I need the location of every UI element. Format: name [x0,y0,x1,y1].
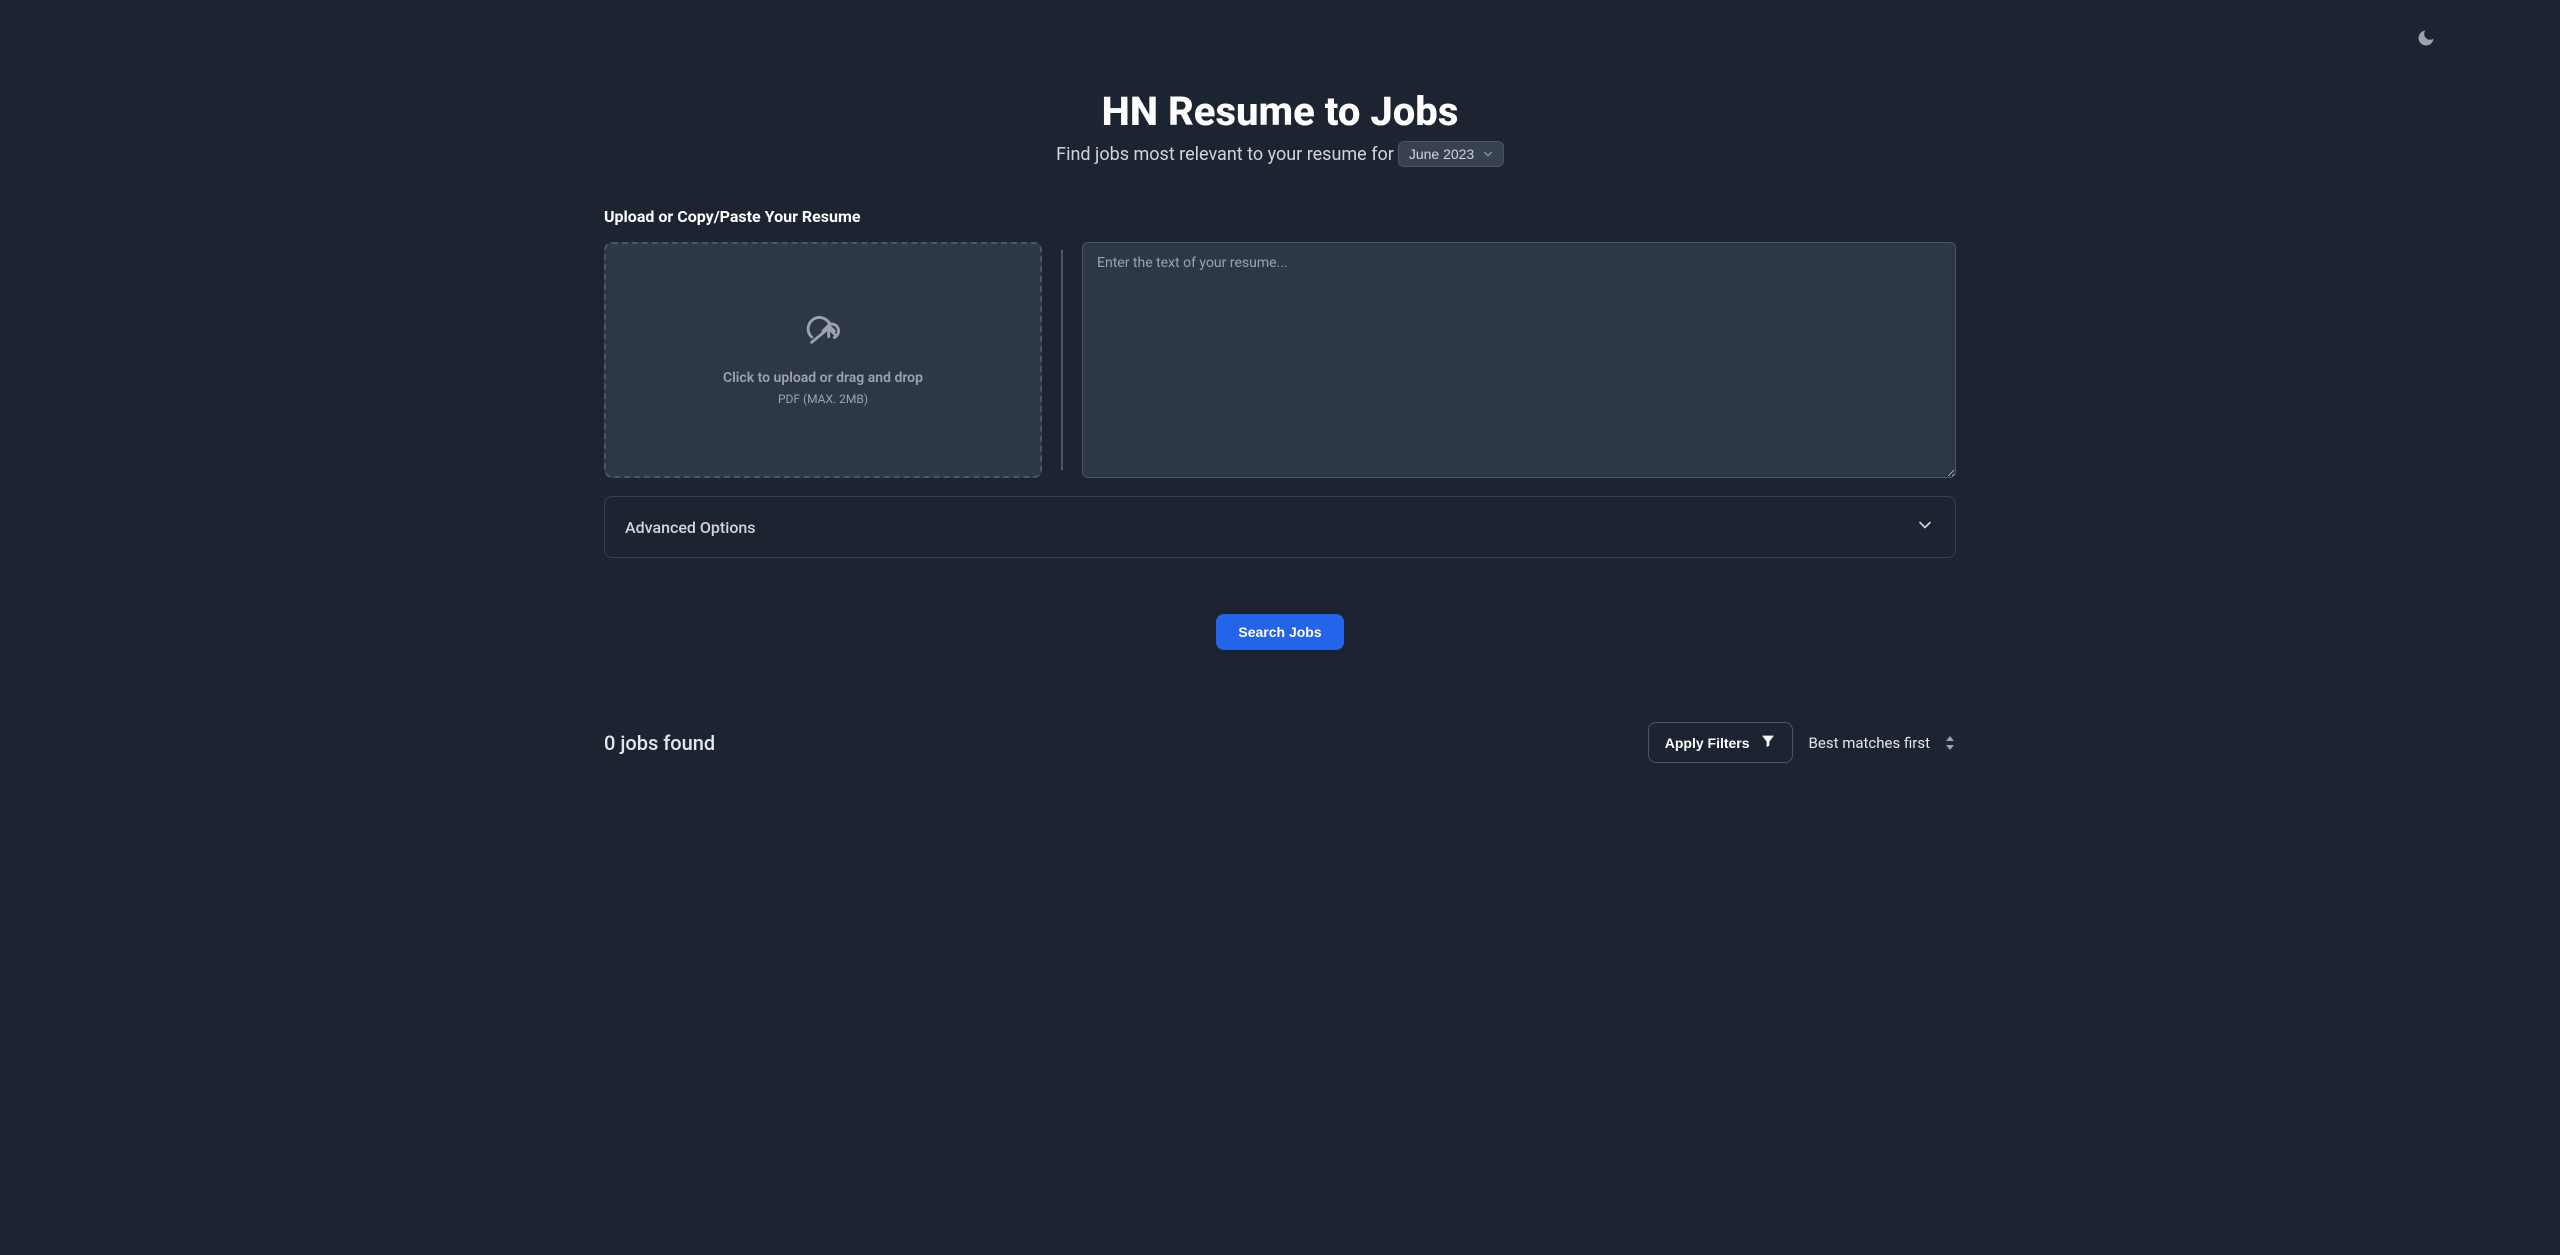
divider-line [1061,250,1063,470]
sort-select[interactable]: Best matches first [1809,734,1956,752]
theme-toggle-button[interactable] [2410,24,2442,56]
chevron-down-icon [1915,515,1935,539]
advanced-options-label: Advanced Options [625,518,756,537]
subtitle-row: Find jobs most relevant to your resume f… [604,141,1956,167]
page-header: HN Resume to Jobs Find jobs most relevan… [604,0,1956,207]
results-bar: 0 jobs found Apply Filters Best matches … [604,722,1956,803]
search-jobs-button[interactable]: Search Jobs [1216,614,1343,650]
subtitle-text: Find jobs most relevant to your resume f… [1056,144,1394,165]
advanced-options-toggle[interactable]: Advanced Options [604,496,1956,558]
apply-filters-button[interactable]: Apply Filters [1648,722,1793,763]
moon-icon [2416,28,2436,52]
sort-label: Best matches first [1809,734,1956,752]
page-title: HN Resume to Jobs [604,88,1956,135]
upload-secondary-text: PDF (MAX. 2MB) [778,392,868,406]
results-controls: Apply Filters Best matches first [1648,722,1956,763]
upload-dropzone[interactable]: Click to upload or drag and drop PDF (MA… [604,242,1042,478]
upload-row: Click to upload or drag and drop PDF (MA… [604,242,1956,478]
search-row: Search Jobs [604,614,1956,650]
vertical-divider [1042,242,1082,478]
upload-primary-text: Click to upload or drag and drop [723,370,923,386]
apply-filters-label: Apply Filters [1665,735,1750,751]
resume-textarea[interactable] [1082,242,1956,478]
filter-icon [1760,733,1776,752]
jobs-found-count: 0 jobs found [604,731,715,755]
upload-section-label: Upload or Copy/Paste Your Resume [604,207,1956,226]
month-select[interactable]: June 2023 [1398,141,1504,167]
sort-caret-icon [1944,736,1956,750]
cloud-upload-icon [806,314,840,352]
